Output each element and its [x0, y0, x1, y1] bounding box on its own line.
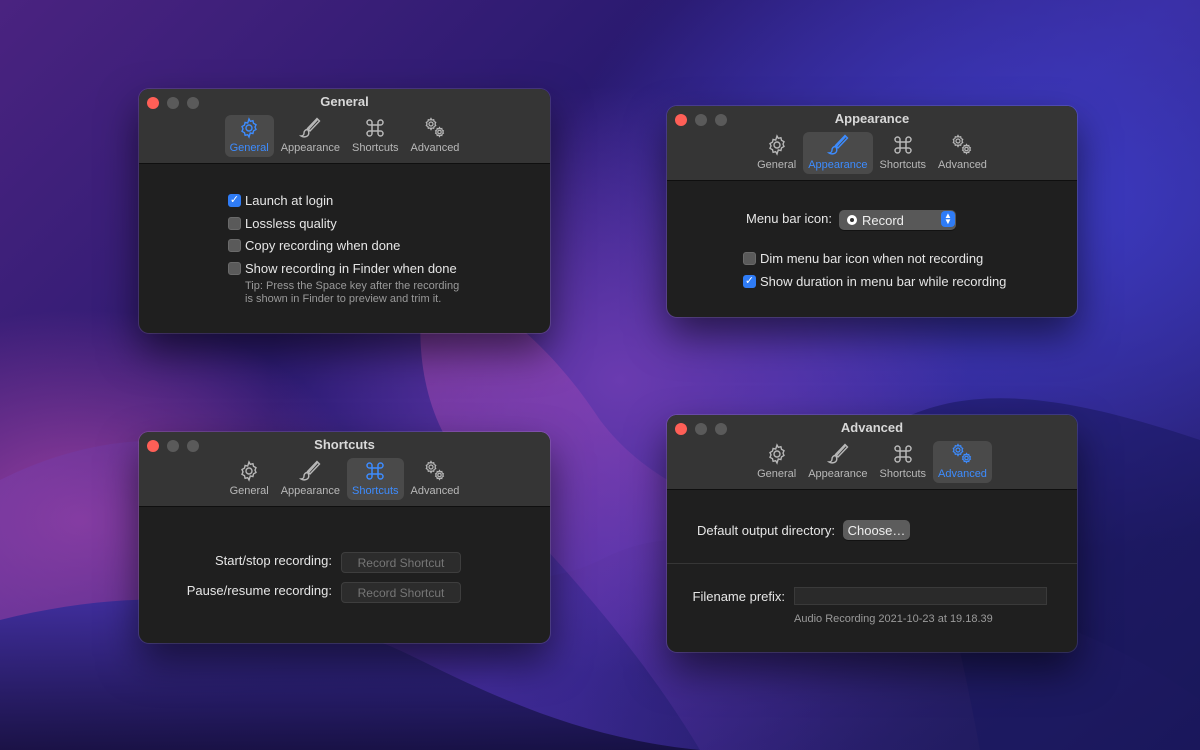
pause-resume-shortcut-recorder[interactable]: Record Shortcut: [341, 582, 461, 603]
paintbrush-icon: [299, 460, 321, 481]
window-title: Advanced: [840, 420, 904, 435]
finder-tip-text: Tip: Press the Space key after the recor…: [245, 280, 460, 305]
paintbrush-icon: [299, 117, 321, 138]
preferences-toolbar: General Appearance Shortcuts Advanced: [667, 132, 1077, 174]
launch-at-login-checkbox[interactable]: Launch at login: [228, 193, 333, 208]
tab-advanced[interactable]: Advanced: [406, 115, 465, 157]
output-directory-label: Default output directory:: [696, 523, 835, 538]
tab-shortcuts[interactable]: Shortcuts: [347, 115, 403, 157]
window-titlebar: Appearance General Appearance Shortcuts …: [667, 106, 1077, 181]
copy-recording-checkbox[interactable]: Copy recording when done: [228, 238, 400, 253]
tab-appearance[interactable]: Appearance: [803, 441, 872, 483]
checkbox-box[interactable]: [743, 252, 756, 265]
command-icon: [366, 462, 384, 480]
window-title: Appearance: [834, 111, 910, 126]
chevron-up-down-icon: ▲ ▼: [941, 211, 955, 227]
paintbrush-icon: [826, 134, 849, 155]
tab-general[interactable]: General: [225, 458, 274, 500]
window-titlebar: Shortcuts General Appearance Shortcuts A…: [139, 432, 550, 507]
preferences-toolbar: General Appearance Shortcuts Advanced: [139, 115, 550, 157]
gears-icon: [953, 134, 972, 155]
tab-appearance[interactable]: Appearance: [803, 132, 873, 174]
tab-advanced[interactable]: Advanced: [406, 458, 465, 500]
checkbox-box[interactable]: [228, 262, 241, 275]
popup-selected-value: Record: [862, 212, 904, 228]
gears-icon: [425, 460, 445, 481]
filename-prefix-input[interactable]: [794, 587, 1047, 605]
gear-icon: [241, 460, 258, 482]
section-divider: [667, 563, 1077, 564]
tab-advanced[interactable]: Advanced: [933, 441, 992, 483]
window-titlebar: Advanced General Appearance Shortcuts Ad…: [667, 415, 1077, 490]
filename-preview-text: Audio Recording 2021-10-23 at 19.18.39: [794, 613, 993, 625]
gears-icon: [953, 443, 972, 464]
menu-bar-icon-label: Menu bar icon:: [746, 211, 832, 226]
tab-shortcuts[interactable]: Shortcuts: [347, 458, 404, 500]
tab-advanced[interactable]: Advanced: [933, 132, 992, 174]
general-preferences-window: General General Appearance Shortcuts Adv…: [139, 89, 550, 333]
window-title: General: [320, 94, 369, 109]
command-icon: [366, 119, 384, 137]
tab-appearance[interactable]: Appearance: [276, 115, 345, 157]
gear-icon: [241, 117, 258, 139]
advanced-preferences-window: Advanced General Appearance Shortcuts Ad…: [667, 415, 1077, 652]
choose-directory-button[interactable]: Choose…: [843, 520, 910, 540]
checkbox-box[interactable]: [743, 275, 756, 288]
checkbox-box[interactable]: [228, 194, 241, 207]
menu-bar-icon-popup[interactable]: Record ▲ ▼: [839, 210, 956, 230]
appearance-preferences-window: Appearance General Appearance Shortcuts …: [667, 106, 1077, 317]
preferences-toolbar: General Appearance Shortcuts Advanced: [139, 458, 550, 500]
start-stop-label: Start/stop recording:: [214, 553, 332, 568]
lossless-quality-checkbox[interactable]: Lossless quality: [228, 216, 337, 231]
show-in-finder-checkbox[interactable]: Show recording in Finder when done: [228, 261, 457, 276]
window-title: Shortcuts: [314, 437, 375, 452]
tab-general[interactable]: General: [752, 132, 801, 174]
start-stop-shortcut-recorder[interactable]: Record Shortcut: [341, 552, 461, 573]
tab-shortcuts[interactable]: Shortcuts: [875, 132, 931, 174]
gears-icon: [425, 117, 445, 138]
show-duration-checkbox[interactable]: Show duration in menu bar while recordin…: [743, 274, 1006, 289]
pause-resume-label: Pause/resume recording:: [186, 583, 332, 598]
tab-general[interactable]: General: [752, 441, 801, 483]
command-icon: [894, 445, 912, 463]
tab-appearance[interactable]: Appearance: [276, 458, 345, 500]
dim-menu-bar-icon-checkbox[interactable]: Dim menu bar icon when not recording: [743, 251, 983, 266]
preferences-toolbar: General Appearance Shortcuts Advanced: [667, 441, 1077, 483]
filename-prefix-label: Filename prefix:: [692, 589, 785, 604]
tab-shortcuts[interactable]: Shortcuts: [875, 441, 931, 483]
checkbox-box[interactable]: [228, 239, 241, 252]
gear-icon: [768, 443, 785, 465]
tab-general[interactable]: General: [224, 115, 274, 157]
shortcuts-preferences-window: Shortcuts General Appearance Shortcuts A…: [139, 432, 550, 643]
checkbox-box[interactable]: [228, 217, 241, 230]
record-icon: [847, 215, 857, 225]
window-titlebar: General General Appearance Shortcuts Adv…: [139, 89, 550, 164]
gear-icon: [768, 134, 785, 156]
command-icon: [894, 136, 912, 154]
paintbrush-icon: [826, 443, 849, 464]
